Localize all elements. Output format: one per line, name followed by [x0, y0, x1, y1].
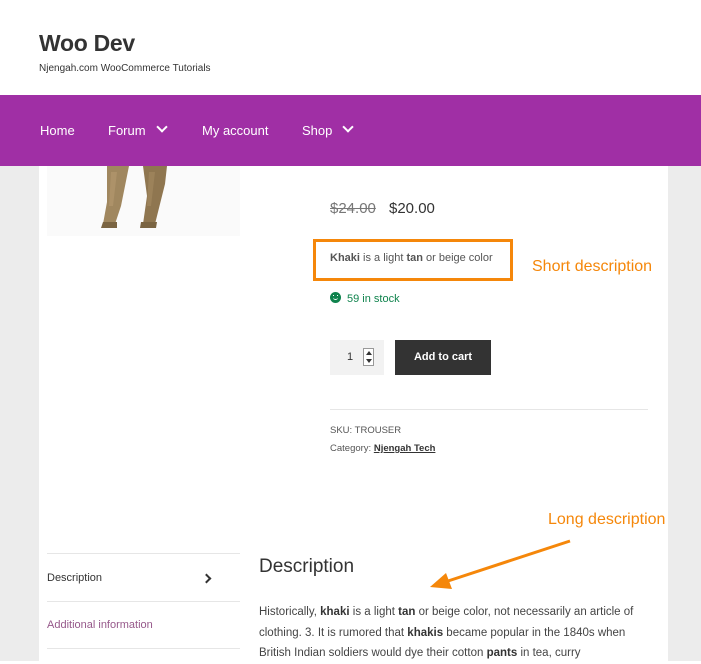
desc-bold: pants	[486, 647, 518, 659]
desc-text: is a light	[349, 606, 399, 618]
tab-additional-information[interactable]: Additional information	[47, 619, 153, 631]
desc-bold: khakis	[407, 626, 444, 639]
tab-divider	[47, 648, 240, 649]
tab-divider	[47, 553, 240, 554]
desc-text: Historically,	[259, 606, 321, 618]
description-title: Description	[259, 556, 355, 577]
long-description: Historically, khaki is a light tan or be…	[259, 602, 649, 664]
desc-bold: khaki	[320, 606, 350, 618]
desc-text: in tea, curry	[517, 647, 581, 659]
tab-description[interactable]: Description	[47, 572, 102, 584]
tab-divider	[47, 601, 240, 602]
desc-bold: tan	[398, 606, 416, 618]
